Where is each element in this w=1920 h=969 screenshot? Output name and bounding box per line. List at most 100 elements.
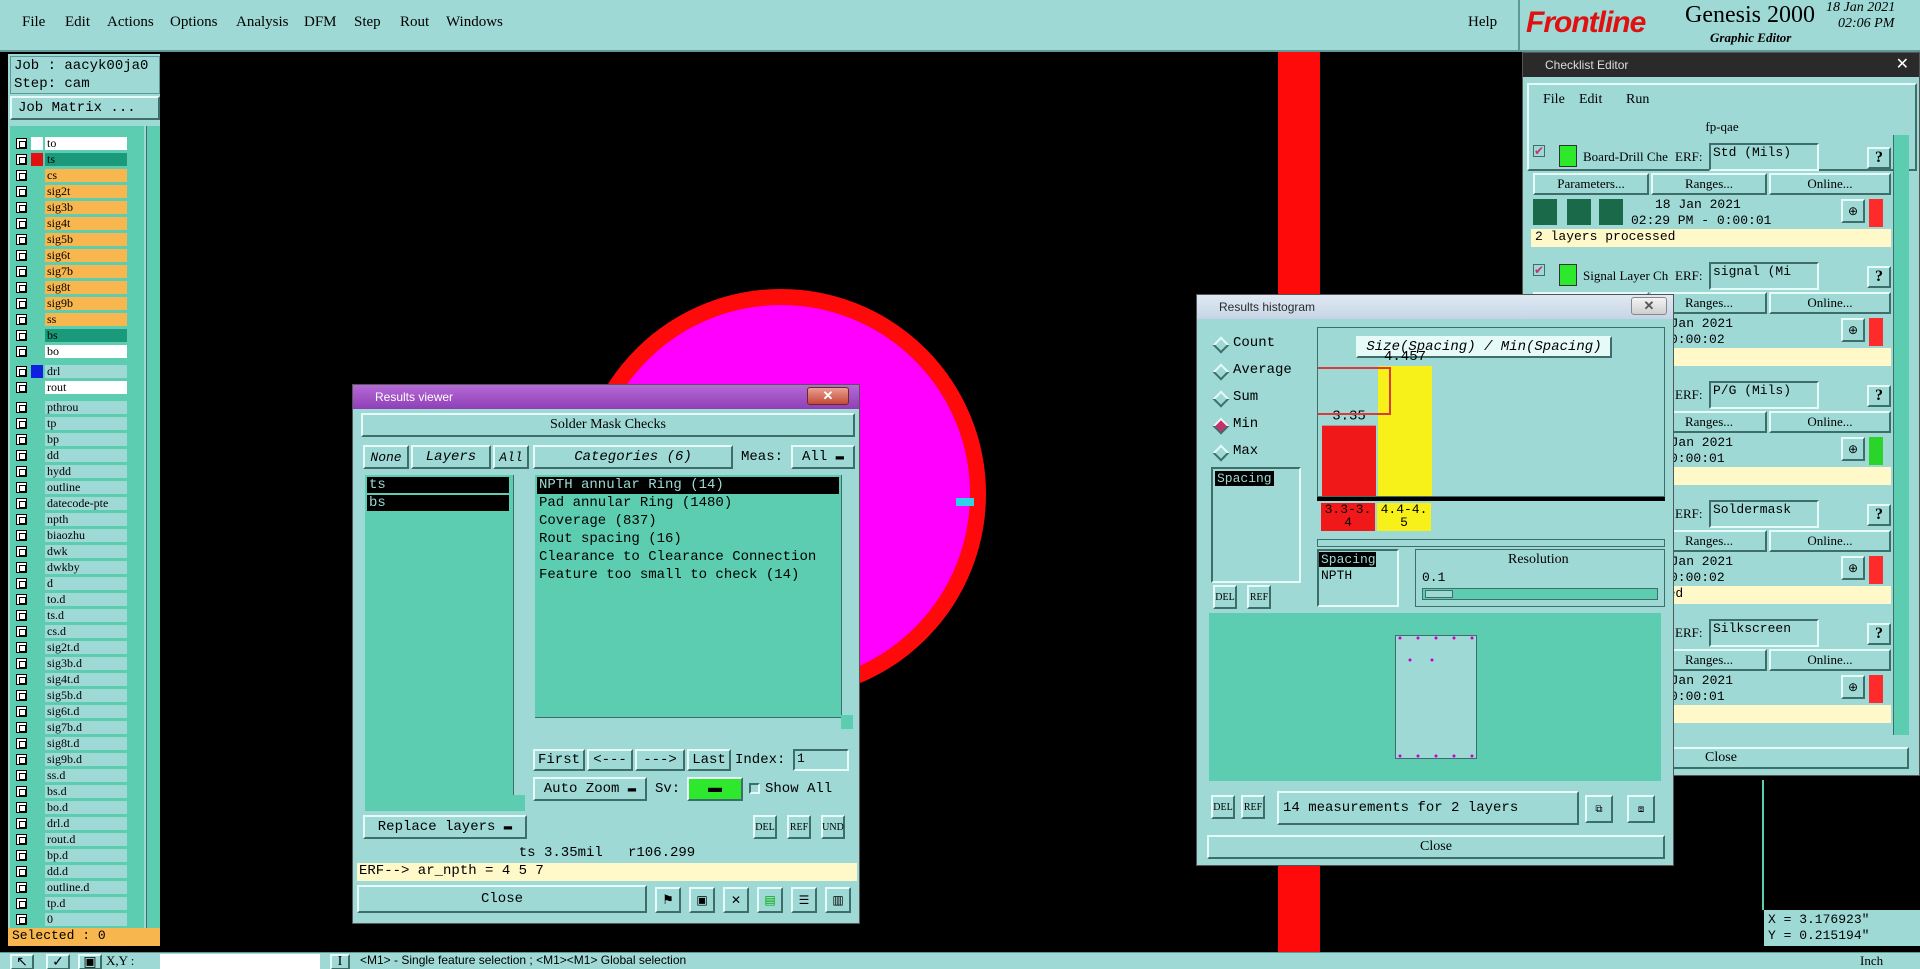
layer-name[interactable]: sig4t.d xyxy=(45,673,127,686)
menu-windows[interactable]: Windows xyxy=(446,14,503,31)
layer-checkbox[interactable] xyxy=(16,898,27,909)
help-icon[interactable]: ? xyxy=(1867,623,1891,645)
layer-name[interactable]: sig6t.d xyxy=(45,705,127,718)
layer-row[interactable]: sig6t.d xyxy=(16,704,127,719)
histogram-close-button[interactable]: Close xyxy=(1207,835,1665,859)
layer-name[interactable]: cs xyxy=(45,169,127,182)
erf-select[interactable]: P/G (Mils) xyxy=(1709,381,1819,409)
layer-checkbox[interactable] xyxy=(16,914,27,925)
layer-name[interactable]: sig2t.d xyxy=(45,641,127,654)
results-viewer-title-bar[interactable]: Results viewer xyxy=(353,385,859,409)
layer-name[interactable]: bs.d xyxy=(45,785,127,798)
layer-checkbox[interactable] xyxy=(16,154,27,165)
category-list-item[interactable]: Rout spacing (16) xyxy=(537,531,839,548)
layer-checkbox[interactable] xyxy=(16,594,27,605)
layer-row[interactable]: sig5b.d xyxy=(16,688,127,703)
menu-step[interactable]: Step xyxy=(354,14,381,31)
first-button[interactable]: First xyxy=(533,749,585,771)
erf-select[interactable]: signal (Mi xyxy=(1709,262,1819,290)
histogram-icon[interactable]: ▥ xyxy=(825,887,851,913)
layer-row[interactable]: sig3b xyxy=(16,200,127,215)
histogram-bar[interactable] xyxy=(1378,366,1432,496)
layer-name[interactable]: tp xyxy=(45,417,127,430)
layer-checkbox[interactable] xyxy=(16,170,27,181)
layer-name[interactable]: bp.d xyxy=(45,849,127,862)
run-icon[interactable] xyxy=(1599,199,1623,225)
layer-checkbox[interactable] xyxy=(16,706,27,717)
auto-zoom-select[interactable]: Auto Zoom ▬ xyxy=(533,777,647,801)
layer-checkbox[interactable] xyxy=(16,882,27,893)
layer-row[interactable]: dwkby xyxy=(16,560,127,575)
layer-row[interactable]: dd xyxy=(16,448,127,463)
check-icon[interactable]: ✓ xyxy=(46,954,70,969)
layer-row[interactable]: sig7b.d xyxy=(16,720,127,735)
layer-name[interactable]: dwkby xyxy=(45,561,127,574)
layer-row[interactable]: outline xyxy=(16,480,127,495)
layer-row[interactable]: sig2t xyxy=(16,184,127,199)
layer-checkbox[interactable] xyxy=(16,786,27,797)
layer-checkbox[interactable] xyxy=(16,418,27,429)
layer-row[interactable]: cs.d xyxy=(16,624,127,639)
refresh-icon[interactable]: REF xyxy=(1241,795,1265,819)
layer-checkbox[interactable] xyxy=(16,330,27,341)
layer-row[interactable]: npth xyxy=(16,512,127,527)
layer-name[interactable]: sig7b xyxy=(45,265,127,278)
layer-name[interactable]: biaozhu xyxy=(45,529,127,542)
measure-item-spacing[interactable]: Spacing xyxy=(1215,471,1274,486)
layer-name[interactable]: drl xyxy=(45,365,127,378)
layer-name[interactable]: sig3b xyxy=(45,201,127,214)
layer-row[interactable]: ss.d xyxy=(16,768,127,783)
online-button[interactable]: Online... xyxy=(1769,173,1891,195)
erf-select[interactable]: Std (Mils) xyxy=(1709,143,1819,171)
menu-dfm[interactable]: DFM xyxy=(304,14,337,31)
layer-checkbox[interactable] xyxy=(16,466,27,477)
layer-row[interactable]: bs xyxy=(16,328,127,343)
histogram-title-bar[interactable]: Results histogram xyxy=(1197,295,1673,319)
layer-name[interactable]: dd xyxy=(45,449,127,462)
layer-row[interactable]: bp.d xyxy=(16,848,127,863)
layer-checkbox[interactable] xyxy=(16,770,27,781)
menu-actions[interactable]: Actions xyxy=(107,14,154,31)
layer-row[interactable]: sig9b xyxy=(16,296,127,311)
layer-row[interactable]: sig7b xyxy=(16,264,127,279)
layer-row[interactable]: tp xyxy=(16,416,127,431)
layer-checkbox[interactable] xyxy=(16,818,27,829)
layer-checkbox[interactable] xyxy=(16,298,27,309)
check-name[interactable]: Signal Layer Ch xyxy=(1583,268,1673,284)
results-close-button[interactable]: Close xyxy=(357,885,647,913)
layer-name[interactable]: ts xyxy=(45,153,127,166)
index-input[interactable]: 1 xyxy=(793,749,849,771)
help-icon[interactable]: ? xyxy=(1867,266,1891,288)
layers-none-button[interactable]: None xyxy=(363,445,409,469)
category-list-item[interactable]: Pad annular Ring (1480) xyxy=(537,495,839,512)
layer-row[interactable]: cs xyxy=(16,168,127,183)
layer-name[interactable]: tp.d xyxy=(45,897,127,910)
run-icon[interactable] xyxy=(1567,199,1591,225)
layer-checkbox[interactable] xyxy=(16,802,27,813)
menu-analysis[interactable]: Analysis xyxy=(236,14,289,31)
layer-name[interactable]: hydd xyxy=(45,465,127,478)
delete-icon[interactable]: DEL xyxy=(1211,795,1235,819)
layer-row[interactable]: bs.d xyxy=(16,784,127,799)
job-matrix-button[interactable]: Job Matrix ... xyxy=(10,96,160,120)
help-icon[interactable]: ? xyxy=(1867,385,1891,407)
layer-row[interactable]: outline.d xyxy=(16,880,127,895)
layer-row[interactable]: sig5b xyxy=(16,232,127,247)
layer-checkbox[interactable] xyxy=(16,366,27,377)
layer-checkbox[interactable] xyxy=(16,626,27,637)
layer-checkbox[interactable] xyxy=(16,218,27,229)
zoom-icon[interactable]: ⊕ xyxy=(1841,199,1865,223)
layer-name[interactable]: outline.d xyxy=(45,881,127,894)
layer-checkbox[interactable] xyxy=(16,266,27,277)
layer-checkbox[interactable] xyxy=(16,850,27,861)
layer-name[interactable]: sig9b xyxy=(45,297,127,310)
layer-row[interactable]: sig2t.d xyxy=(16,640,127,655)
layer-checkbox[interactable] xyxy=(16,250,27,261)
layer-checkbox[interactable] xyxy=(16,434,27,445)
layer-row[interactable]: rout.d xyxy=(16,832,127,847)
layer-name[interactable]: ss.d xyxy=(45,769,127,782)
layer-checkbox[interactable] xyxy=(16,578,27,589)
layer-checkbox[interactable] xyxy=(16,482,27,493)
sv-select[interactable]: ▬ xyxy=(687,777,743,801)
layer-row[interactable]: sig6t xyxy=(16,248,127,263)
